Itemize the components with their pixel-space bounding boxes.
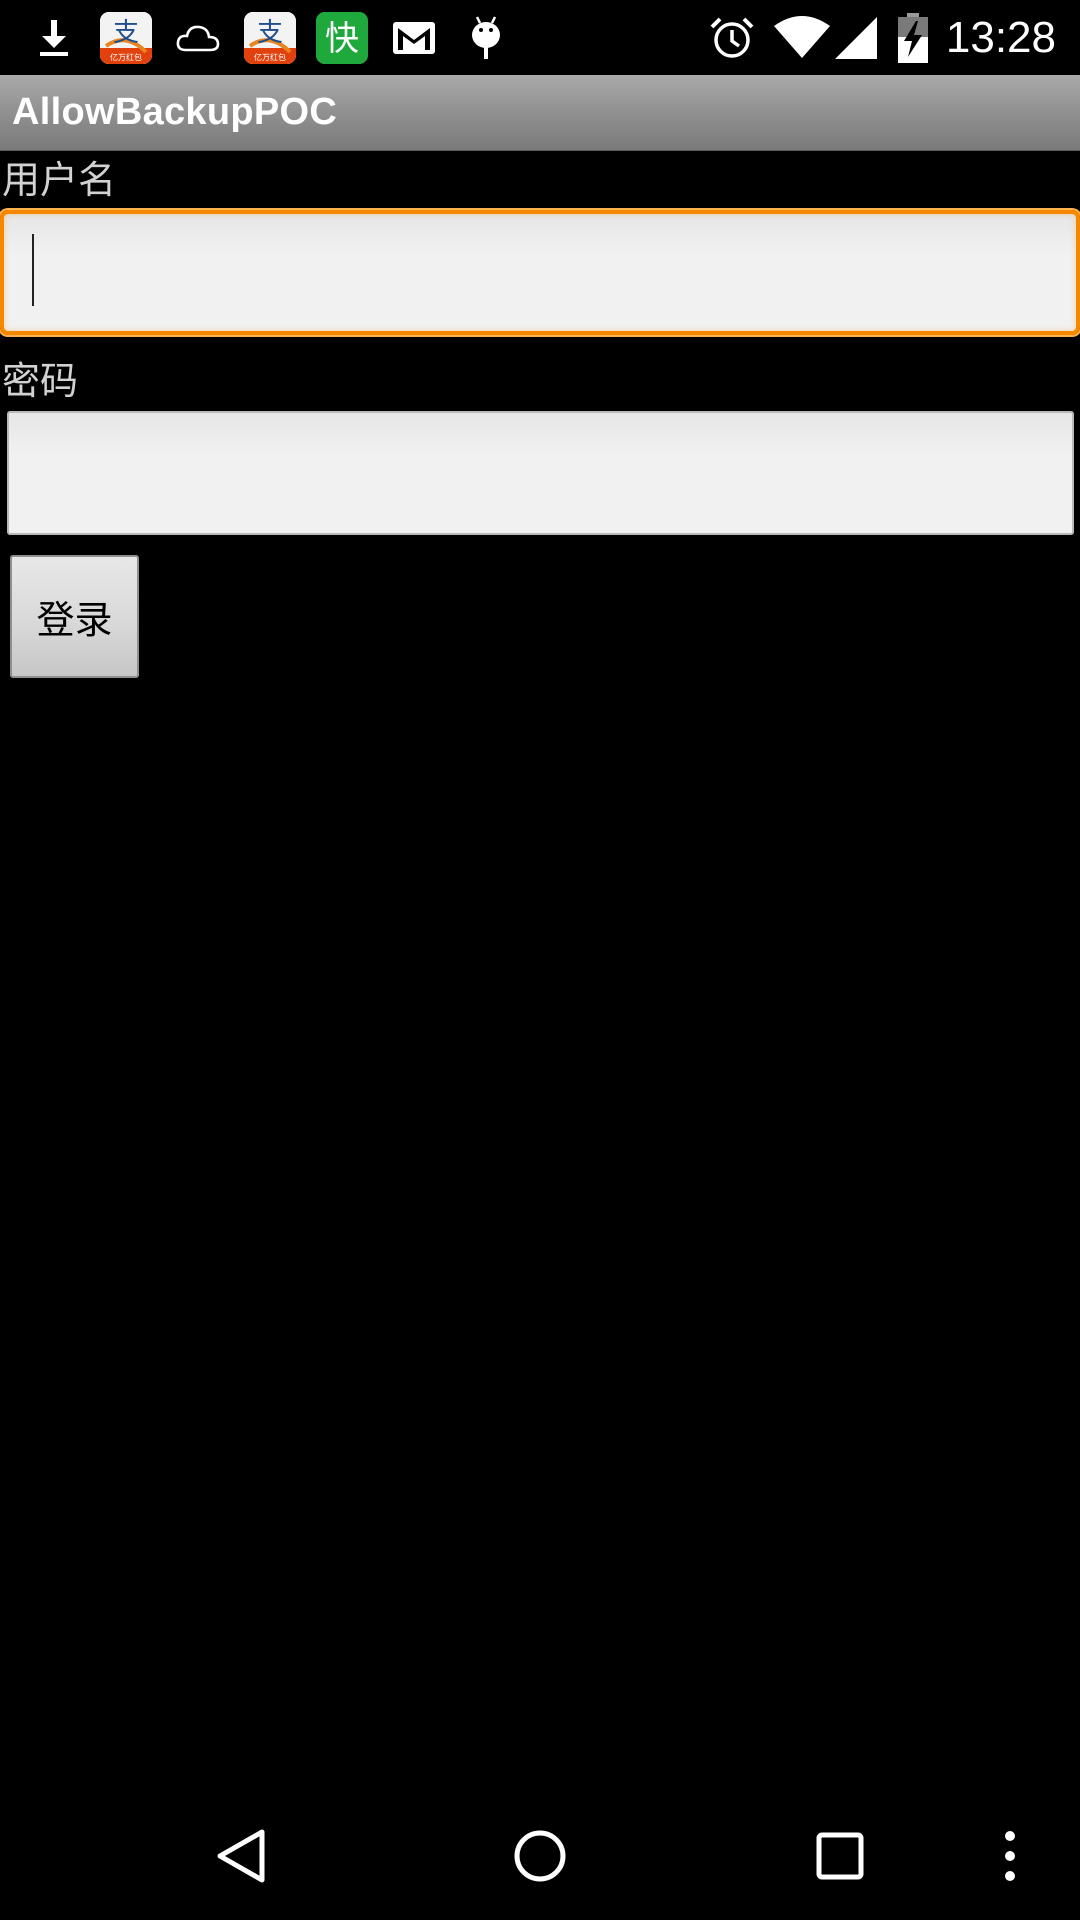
download-icon: [28, 12, 80, 64]
alipay-caption: 亿万红包: [110, 52, 142, 62]
alipay-app-icon: 支 亿万红包: [244, 12, 296, 64]
recents-icon[interactable]: [800, 1816, 880, 1896]
status-bar: 支 亿万红包 支 亿万红包 快 13:28: [0, 0, 1080, 75]
password-input[interactable]: [7, 411, 1074, 535]
login-button[interactable]: 登录: [10, 555, 139, 678]
wifi-icon: [772, 12, 832, 64]
password-label: 密码: [2, 359, 79, 403]
kuai-app-icon: 快: [316, 12, 368, 64]
alarm-icon: [706, 12, 758, 64]
nav-bar: [0, 1792, 1080, 1920]
action-bar: AllowBackupPOC: [0, 75, 1080, 150]
home-icon[interactable]: [500, 1816, 580, 1896]
status-clock: 13:28: [945, 13, 1056, 62]
battery-charging-icon: [888, 12, 938, 64]
alipay-app-icon: 支 亿万红包: [100, 12, 152, 64]
overflow-menu-icon[interactable]: [980, 1816, 1040, 1896]
alipay-glyph: 支: [257, 18, 283, 48]
username-label: 用户名: [2, 158, 117, 202]
cloud-icon: [172, 12, 224, 64]
text-cursor: [32, 234, 34, 306]
app-title: AllowBackupPOC: [12, 91, 338, 133]
gmail-icon: [388, 12, 440, 64]
alipay-caption: 亿万红包: [254, 52, 286, 62]
alipay-glyph: 支: [113, 18, 139, 48]
android-debug-icon: [460, 12, 512, 64]
back-icon[interactable]: [200, 1816, 280, 1896]
screen: 支 亿万红包 支 亿万红包 快 13:28 AllowBackupPOC 用户名…: [0, 0, 1080, 1920]
cellular-signal-icon: [830, 12, 882, 64]
kuai-glyph: 快: [325, 19, 359, 59]
username-input[interactable]: [0, 210, 1080, 335]
